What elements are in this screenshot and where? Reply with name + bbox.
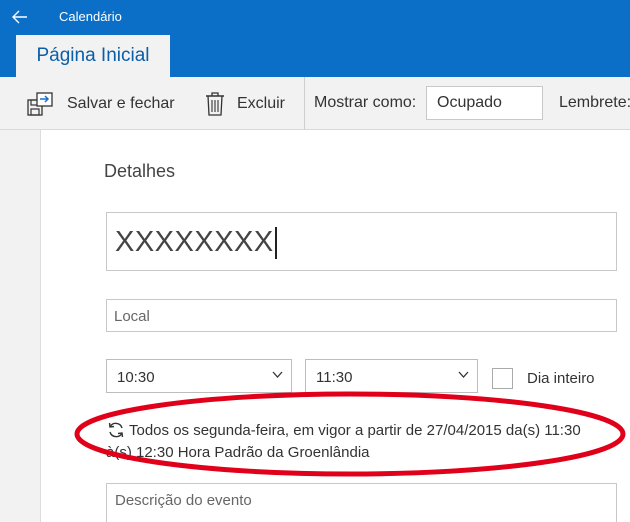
title-bar: Calendário [0,0,630,35]
back-arrow-icon [12,10,27,24]
end-time-dropdown[interactable]: 11:30 [305,359,478,393]
toolbar-divider [304,77,305,130]
save-and-close-label: Salvar e fechar [67,94,175,112]
event-title-field[interactable]: XXXXXXXX [106,212,617,271]
chevron-down-icon [458,371,469,378]
text-caret [274,227,277,260]
save-close-icon [26,90,56,118]
delete-label: Excluir [237,94,286,112]
back-button[interactable] [6,4,34,30]
start-time-dropdown[interactable]: 10:30 [106,359,292,393]
red-highlight-ellipse [74,391,626,477]
all-day-label: Dia inteiro [527,370,595,387]
details-heading: Detalhes [104,161,176,181]
app-title: Calendário [59,9,122,24]
location-field[interactable]: Local [106,299,617,332]
end-time-value: 11:30 [316,369,353,386]
tab-home[interactable]: Página Inicial [16,35,170,77]
show-as-label: Mostrar como: [314,94,417,111]
reminder-label: Lembrete: [559,94,630,111]
toolbar: Salvar e fechar Excluir Mostrar como: Oc… [0,77,630,130]
save-and-close-button[interactable]: Salvar e fechar [26,77,175,130]
chevron-down-icon [272,371,283,378]
start-time-value: 10:30 [117,369,155,386]
event-description-field[interactable]: Descrição do evento [106,483,617,522]
delete-button[interactable]: Excluir [204,77,285,130]
show-as-dropdown[interactable]: Ocupado [426,86,543,120]
left-pane [0,130,41,522]
ribbon-tab-strip: Página Inicial [0,35,630,77]
all-day-checkbox[interactable] [492,368,513,389]
trash-icon [204,91,226,117]
event-title-value: XXXXXXXX [115,226,274,258]
